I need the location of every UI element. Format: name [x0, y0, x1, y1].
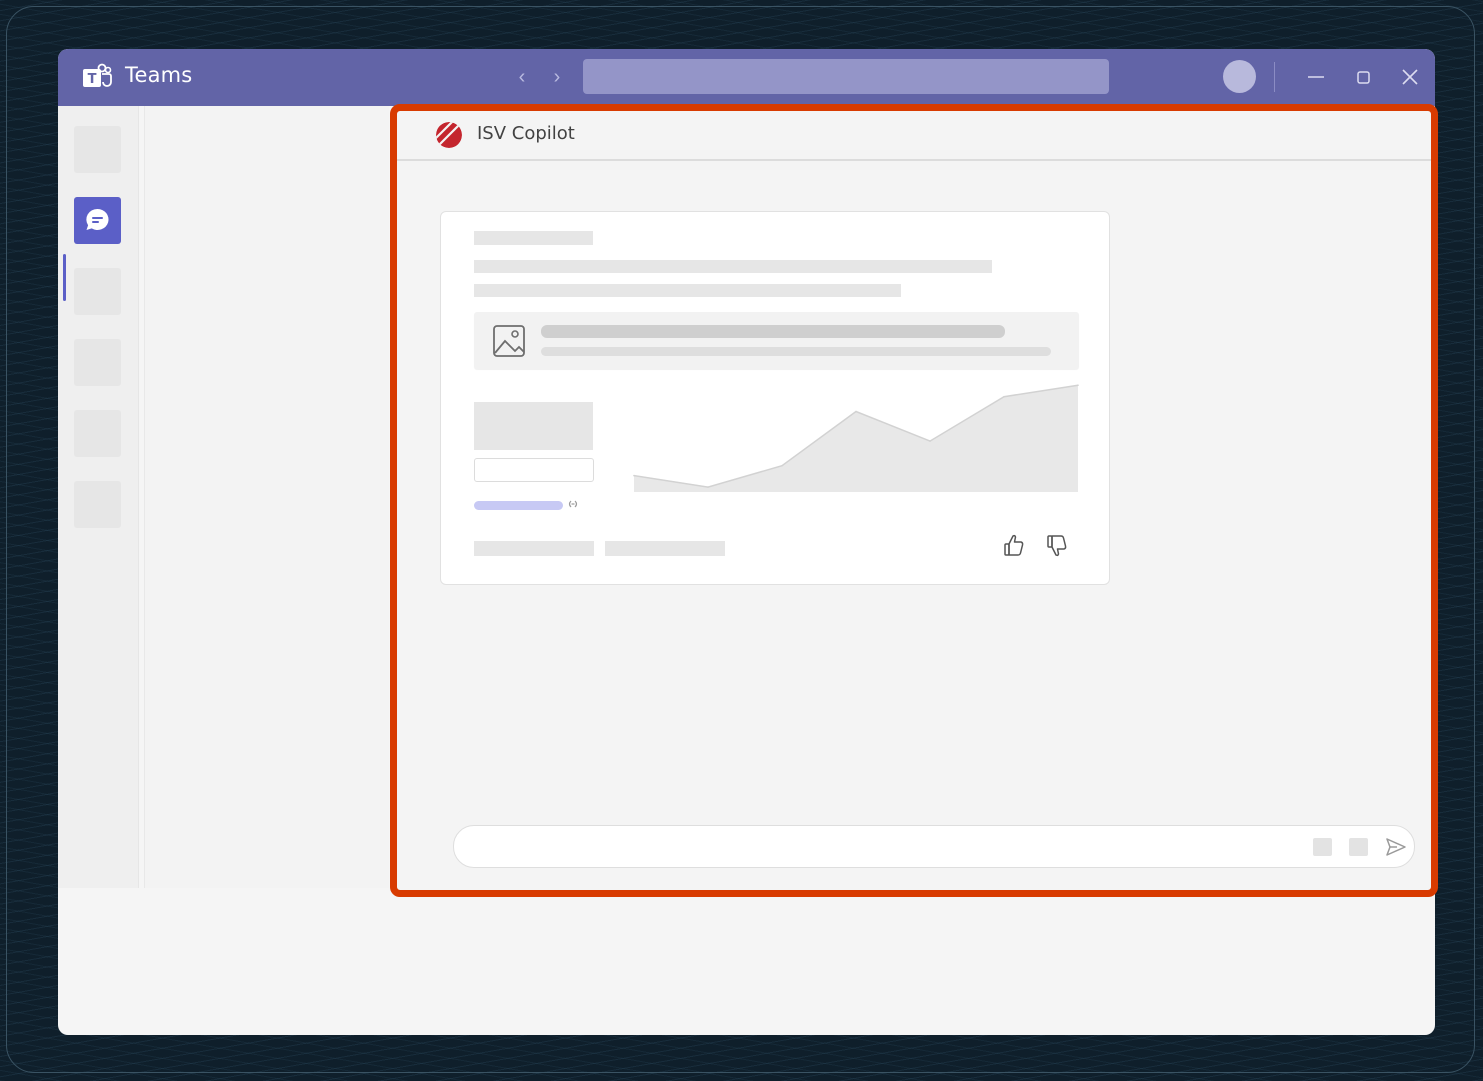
chat-icon: [86, 208, 109, 230]
chat-list-pane: [144, 106, 389, 888]
rail-item-placeholder[interactable]: [74, 268, 121, 315]
back-button[interactable]: ‹: [512, 65, 532, 89]
rail-item-chat[interactable]: [74, 197, 121, 244]
avatar[interactable]: [1223, 60, 1256, 93]
rail-item-placeholder[interactable]: [74, 339, 121, 386]
chevron-left-icon: ‹: [518, 66, 526, 88]
search-bar[interactable]: [583, 59, 1109, 94]
title-bar: T Teams ‹ ›: [58, 49, 1435, 106]
app-rail: [58, 106, 139, 888]
forward-button[interactable]: ›: [547, 65, 567, 89]
close-icon[interactable]: [1397, 63, 1423, 91]
titlebar-divider: [1274, 62, 1275, 92]
active-indicator: [63, 254, 66, 301]
minimize-icon[interactable]: [1303, 63, 1329, 91]
rail-item-placeholder[interactable]: [74, 126, 121, 173]
app-title: Teams: [125, 63, 193, 87]
maximize-icon[interactable]: [1350, 63, 1376, 91]
svg-text:T: T: [88, 72, 97, 87]
copilot-highlight-frame: [390, 104, 1438, 897]
chevron-right-icon: ›: [553, 66, 561, 88]
rail-item-placeholder[interactable]: [74, 481, 121, 528]
teams-logo-icon: T: [83, 63, 112, 87]
rail-item-placeholder[interactable]: [74, 410, 121, 457]
